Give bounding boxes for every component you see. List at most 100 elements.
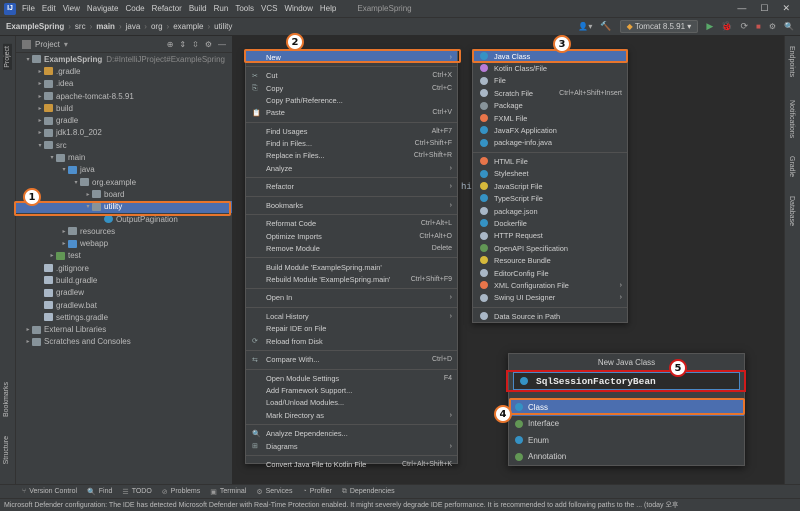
tree-node[interactable]: ▸ apache-tomcat-8.5.91 <box>16 90 232 102</box>
build-hammer-icon[interactable]: 🔨 <box>600 21 611 32</box>
new-submenu-item[interactable]: Data Source in Path <box>473 310 627 322</box>
tree-node[interactable]: ▸ External Libraries <box>16 324 232 336</box>
context-menu-item[interactable]: Bookmarks › <box>246 199 457 211</box>
tree-node[interactable]: ▸ gradle <box>16 114 232 126</box>
menu-file[interactable]: File <box>22 4 35 13</box>
tree-node[interactable]: gradlew <box>16 287 232 299</box>
context-menu-item[interactable]: Find in Files... Ctrl+Shift+F <box>246 137 457 149</box>
tree-node[interactable]: ▸ Scratches and Consoles <box>16 336 232 348</box>
bookmarks-tool-tab[interactable]: Bookmarks <box>3 382 10 417</box>
context-menu-item[interactable]: Rebuild Module 'ExampleSpring.main' Ctrl+… <box>246 273 457 285</box>
collapse-all-icon[interactable]: ⇳ <box>192 40 199 49</box>
class-kind-option[interactable]: Enum <box>509 432 744 449</box>
chevron-right-icon[interactable]: ▸ <box>36 80 44 87</box>
project-tool-tab[interactable]: Project <box>3 44 12 70</box>
new-submenu-item[interactable]: Dockerfile <box>473 217 627 229</box>
tree-node[interactable]: ▸ resources <box>16 225 232 237</box>
context-menu-item[interactable]: Refactor › <box>246 181 457 193</box>
context-menu-item[interactable]: Open In › <box>246 292 457 304</box>
chevron-right-icon[interactable]: ▸ <box>24 326 32 333</box>
tree-node[interactable]: ▸ jdk1.8.0_202 <box>16 127 232 139</box>
tab-dependencies[interactable]: ⧉ Dependencies <box>342 488 395 496</box>
context-menu-item[interactable]: Open Module Settings F4 <box>246 372 457 384</box>
chevron-down-icon[interactable]: ▾ <box>36 142 44 149</box>
new-submenu-item[interactable]: Scratch File Ctrl+Alt+Shift+Insert <box>473 87 627 99</box>
context-menu-item[interactable]: Find Usages Alt+F7 <box>246 125 457 137</box>
new-submenu-item[interactable]: JavaScript File <box>473 180 627 192</box>
stop-icon[interactable]: ■ <box>756 22 761 31</box>
context-menu-item[interactable]: Analyze › <box>246 162 457 174</box>
chevron-right-icon[interactable]: ▸ <box>60 240 68 247</box>
chevron-right-icon[interactable]: ▸ <box>36 68 44 75</box>
coverage-icon[interactable]: ⟳ <box>740 21 748 32</box>
menu-run[interactable]: Run <box>214 4 229 13</box>
chevron-right-icon[interactable]: ▸ <box>24 338 32 345</box>
breadcrumb-utility[interactable]: utility <box>214 22 232 31</box>
tab-terminal[interactable]: ▣ Terminal <box>210 488 246 496</box>
tree-node[interactable]: ▸ test <box>16 250 232 262</box>
status-message[interactable]: Microsoft Defender configuration: The ID… <box>4 500 678 510</box>
context-menu-item[interactable]: ⊞ Diagrams › <box>246 440 457 452</box>
menu-help[interactable]: Help <box>320 4 336 13</box>
context-menu-item[interactable]: ⇆ Compare With... Ctrl+D <box>246 354 457 366</box>
new-submenu-item[interactable]: Package <box>473 100 627 112</box>
chevron-right-icon[interactable]: ▸ <box>60 228 68 235</box>
context-menu-item[interactable]: Optimize Imports Ctrl+Alt+O <box>246 230 457 242</box>
context-menu-item[interactable]: Local History › <box>246 310 457 322</box>
menu-vcs[interactable]: VCS <box>261 4 277 13</box>
tree-node[interactable]: ▾ main <box>16 151 232 163</box>
tab-find[interactable]: 🔍 Find <box>87 488 112 496</box>
tab-problems[interactable]: ⊘ Problems <box>162 488 200 496</box>
new-submenu-item[interactable]: EditorConfig File <box>473 267 627 279</box>
breadcrumb-org[interactable]: org <box>151 22 163 31</box>
chevron-down-icon[interactable]: ▾ <box>64 40 68 49</box>
settings-icon[interactable]: ⚙ <box>769 22 776 31</box>
context-menu-item[interactable]: ✂ Cut Ctrl+X <box>246 70 457 82</box>
class-kind-option[interactable]: Annotation <box>509 449 744 466</box>
chevron-down-icon[interactable]: ▾ <box>72 179 80 186</box>
tree-node[interactable]: ▸ board <box>16 188 232 200</box>
context-menu-item[interactable]: Replace in Files... Ctrl+Shift+R <box>246 150 457 162</box>
tab-profiler[interactable]: ◔ Profiler <box>302 488 331 495</box>
breadcrumb-main[interactable]: main <box>96 22 115 31</box>
new-submenu-item[interactable]: Stylesheet <box>473 168 627 180</box>
context-menu-item[interactable]: Mark Directory as › <box>246 409 457 421</box>
class-kind-option[interactable]: Interface <box>509 416 744 433</box>
run-icon[interactable]: ▶ <box>706 21 713 32</box>
context-menu-item[interactable]: Remove Module Delete <box>246 242 457 254</box>
database-tool-tab[interactable]: Database <box>788 196 795 226</box>
tab-version-control[interactable]: ⑂ Version Control <box>22 488 77 495</box>
project-panel-title[interactable]: Project <box>35 40 60 49</box>
tree-node[interactable]: ▾ ExampleSpring D:#IntelliJProject#Example… <box>16 53 232 65</box>
chevron-right-icon[interactable]: ▸ <box>36 117 44 124</box>
new-submenu-item[interactable]: HTTP Request <box>473 230 627 242</box>
tree-node[interactable]: ▸ webapp <box>16 237 232 249</box>
new-submenu-item[interactable]: File <box>473 75 627 87</box>
new-submenu-item[interactable]: XML Configuration File › <box>473 279 627 291</box>
tree-node[interactable]: ▸ build <box>16 102 232 114</box>
new-submenu-item[interactable]: JavaFX Application <box>473 124 627 136</box>
tree-node[interactable]: ▾ java <box>16 164 232 176</box>
gear-icon[interactable]: ⚙ <box>205 40 212 49</box>
context-menu-item[interactable]: Reformat Code Ctrl+Alt+L <box>246 218 457 230</box>
new-submenu-item[interactable]: Kotlin Class/File <box>473 62 627 74</box>
new-submenu-item[interactable]: Resource Bundle <box>473 254 627 266</box>
breadcrumb-java[interactable]: java <box>126 22 141 31</box>
maximize-icon[interactable]: ☐ <box>760 3 768 14</box>
tab-services[interactable]: ⚙ Services <box>256 488 292 496</box>
new-submenu-item[interactable]: Swing UI Designer › <box>473 292 627 304</box>
tree-node[interactable]: ▾ org.example <box>16 176 232 188</box>
context-menu-item[interactable]: Convert Java File to Kotlin File Ctrl+Alt… <box>246 459 457 471</box>
menu-window[interactable]: Window <box>284 4 312 13</box>
tree-node[interactable]: ▾ src <box>16 139 232 151</box>
tree-node[interactable]: ▸ .gradle <box>16 65 232 77</box>
tab-todo[interactable]: ☰ TODO <box>122 488 151 496</box>
menu-refactor[interactable]: Refactor <box>152 4 182 13</box>
menu-tools[interactable]: Tools <box>235 4 254 13</box>
menu-navigate[interactable]: Navigate <box>87 4 119 13</box>
chevron-right-icon[interactable]: ▸ <box>36 93 44 100</box>
chevron-down-icon[interactable]: ▾ <box>48 154 56 161</box>
context-menu-item[interactable]: Add Framework Support... <box>246 384 457 396</box>
gradle-tool-tab[interactable]: Gradle <box>788 156 795 177</box>
chevron-right-icon[interactable]: ▸ <box>36 105 44 112</box>
